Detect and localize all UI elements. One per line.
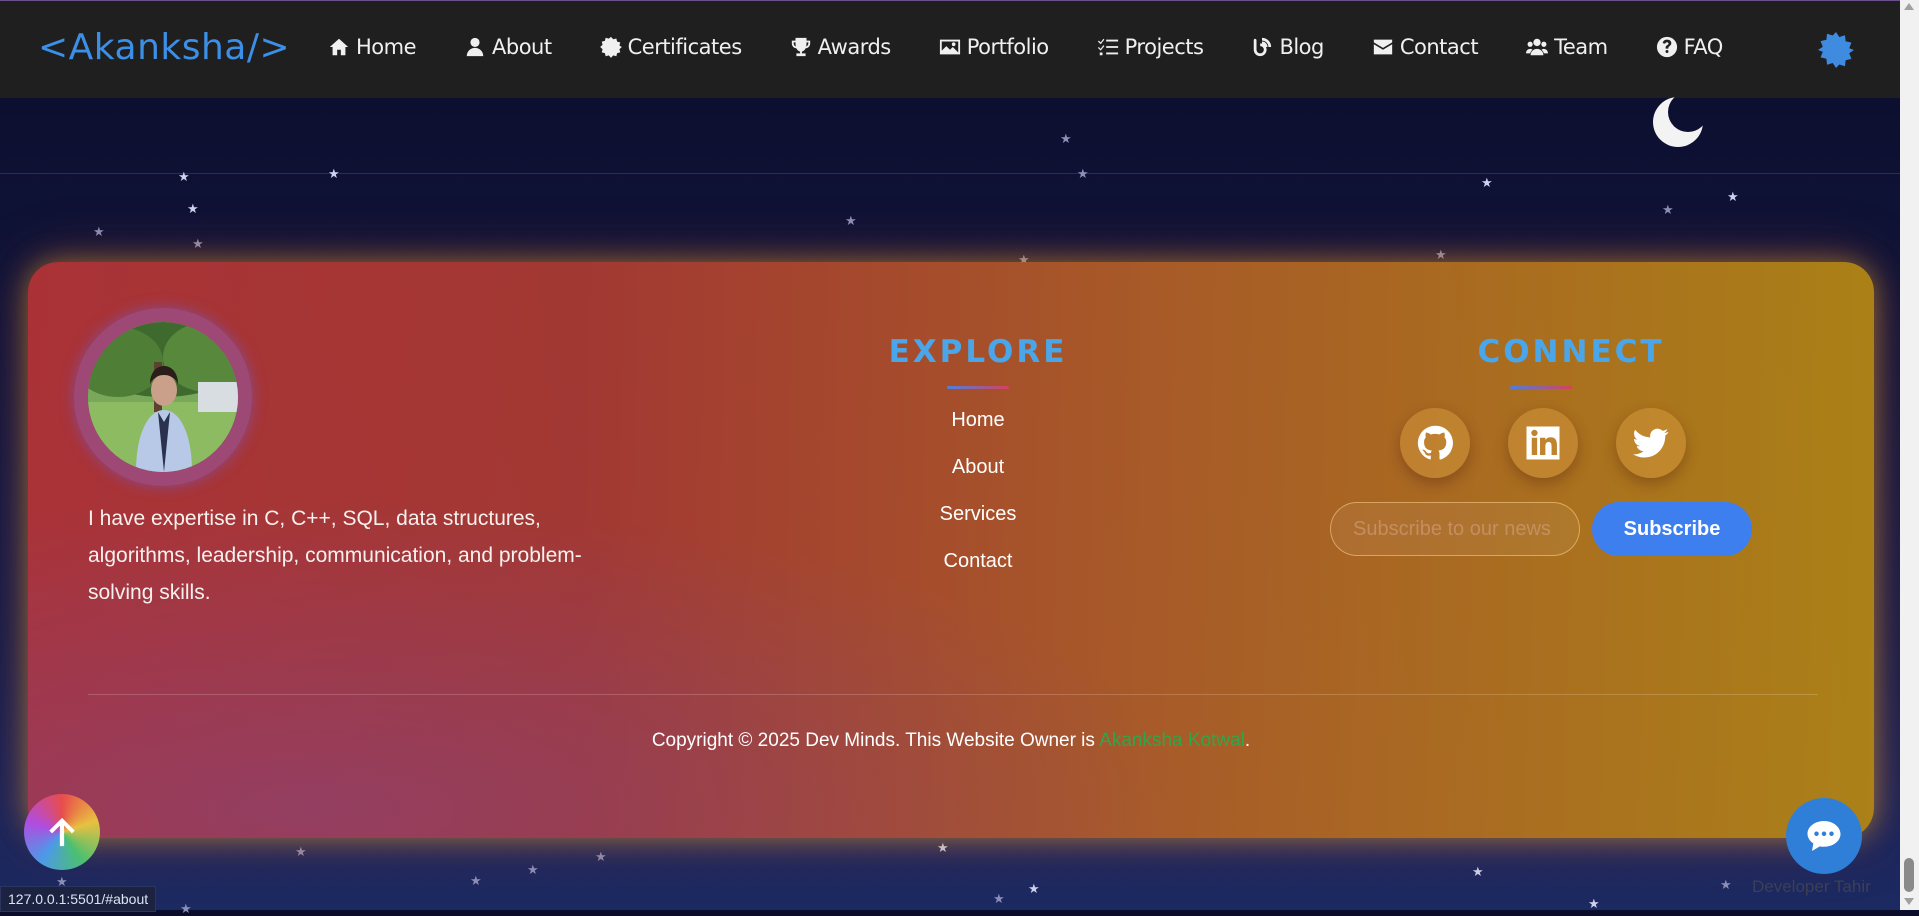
nav-item-blog[interactable]: Blog [1251, 35, 1324, 59]
nav-menu: Home About Certificates Awards Portfolio… [328, 35, 1771, 59]
footer-card: I have expertise in C, C++, SQL, data st… [28, 262, 1874, 838]
chat-icon [1807, 821, 1841, 851]
star-icon: ★ [187, 201, 199, 216]
nav-item-label: Blog [1279, 35, 1324, 59]
nav-item-label: Certificates [627, 35, 743, 59]
star-icon: ★ [845, 213, 857, 228]
nav-item-label: Home [356, 35, 417, 59]
github-icon [1417, 425, 1453, 460]
nav-item-label: Awards [817, 35, 892, 59]
copyright-suffix: . [1244, 730, 1251, 751]
connect-underline [1510, 386, 1572, 389]
nav-item-label: About [492, 35, 552, 59]
linkedin-button[interactable] [1508, 408, 1578, 478]
star-icon: ★ [295, 844, 307, 859]
users-icon [1526, 38, 1549, 56]
profile-photo [88, 322, 238, 472]
section-divider [0, 173, 1900, 174]
nav-item-team[interactable]: Team [1526, 35, 1608, 59]
avatar [88, 322, 238, 472]
question-circle-icon [1656, 36, 1677, 58]
linkedin-icon [1526, 426, 1560, 460]
sun-gear-icon [1818, 32, 1854, 68]
star-icon: ★ [527, 862, 539, 877]
nav-item-label: Team [1554, 35, 1608, 59]
star-icon: ★ [1662, 202, 1674, 217]
explore-title: EXPLORE [888, 334, 1068, 370]
envelope-icon [1373, 39, 1393, 55]
star-icon: ★ [1588, 896, 1600, 911]
nav-item-portfolio[interactable]: Portfolio [939, 35, 1049, 59]
nav-item-label: FAQ [1683, 35, 1724, 59]
star-icon: ★ [1720, 877, 1732, 892]
github-button[interactable] [1400, 408, 1470, 478]
star-icon: ★ [1435, 247, 1447, 262]
explore-link-about[interactable]: About [838, 457, 1118, 504]
status-bar-url: 127.0.0.1:5501/#about [0, 886, 157, 912]
copyright-prefix: Copyright © 2025 Dev Minds. This Website… [651, 730, 1100, 751]
bio-text: I have expertise in C, C++, SQL, data st… [88, 507, 582, 604]
avatar-ring [74, 308, 252, 486]
copyright-text: Copyright © 2025 Dev Minds. This Website… [28, 730, 1874, 752]
footer-divider [88, 694, 1818, 695]
site-logo[interactable]: <Akanksha/> [38, 27, 290, 68]
star-icon: ★ [1028, 881, 1040, 896]
star-icon: ★ [1727, 189, 1739, 204]
star-icon: ★ [1077, 166, 1089, 181]
star-icon: ★ [192, 236, 204, 251]
nav-item-projects[interactable]: Projects [1097, 35, 1204, 59]
explore-link-services[interactable]: Services [838, 504, 1118, 551]
star-icon: ★ [993, 891, 1005, 906]
list-check-icon [1097, 38, 1118, 56]
twitter-button[interactable] [1616, 408, 1686, 478]
images-icon [939, 39, 960, 55]
connect-title: CONNECT [1477, 334, 1665, 370]
scroll-to-top-button[interactable] [24, 794, 100, 870]
explore-link-contact[interactable]: Contact [838, 551, 1118, 598]
star-icon: ★ [937, 840, 949, 855]
nav-item-awards[interactable]: Awards [790, 35, 891, 59]
home-icon [329, 38, 349, 56]
nav-item-about[interactable]: About [464, 35, 552, 59]
developer-credit: Developer Tahir [1752, 877, 1871, 896]
nav-item-label: Portfolio [966, 35, 1049, 59]
newsletter-email-input[interactable] [1330, 502, 1580, 556]
star-icon: ★ [470, 873, 482, 888]
scroll-up-arrow[interactable] [1904, 3, 1914, 10]
certificate-icon [599, 36, 622, 58]
star-icon: ★ [1060, 131, 1072, 146]
nav-item-faq[interactable]: FAQ [1656, 35, 1723, 59]
nav-item-home[interactable]: Home [328, 35, 417, 59]
explore-underline [947, 386, 1009, 389]
theme-toggle-button[interactable] [1818, 32, 1854, 68]
scroll-thumb[interactable] [1904, 858, 1914, 892]
navbar: <Akanksha/> Home About Certificates Awar… [0, 0, 1900, 98]
star-icon: ★ [180, 901, 192, 916]
star-icon: ★ [1481, 175, 1493, 190]
nav-item-label: Projects [1124, 35, 1204, 59]
moon-icon [1653, 97, 1703, 147]
star-icon: ★ [328, 166, 340, 181]
star-icon: ★ [93, 224, 105, 239]
star-icon: ★ [178, 169, 190, 184]
star-icon: ★ [1472, 864, 1484, 879]
arrow-up-icon [49, 817, 75, 847]
star-icon: ★ [595, 849, 607, 864]
blog-icon [1254, 37, 1272, 57]
nav-item-label: Contact [1399, 35, 1479, 59]
nav-item-certificates[interactable]: Certificates [599, 35, 743, 59]
social-links [1400, 408, 1686, 478]
chat-button[interactable] [1786, 798, 1862, 874]
scroll-down-arrow[interactable] [1904, 898, 1914, 905]
nav-item-contact[interactable]: Contact [1372, 35, 1479, 59]
explore-link-home[interactable]: Home [838, 410, 1118, 457]
page-scrollbar[interactable] [1900, 0, 1919, 910]
owner-link[interactable]: Akanksha Kotwal [1099, 730, 1245, 751]
user-icon [466, 37, 484, 57]
twitter-icon [1633, 428, 1669, 458]
subscribe-button[interactable]: Subscribe [1592, 502, 1752, 556]
trophy-icon [791, 37, 810, 57]
explore-links: Home About Services Contact [838, 410, 1118, 598]
